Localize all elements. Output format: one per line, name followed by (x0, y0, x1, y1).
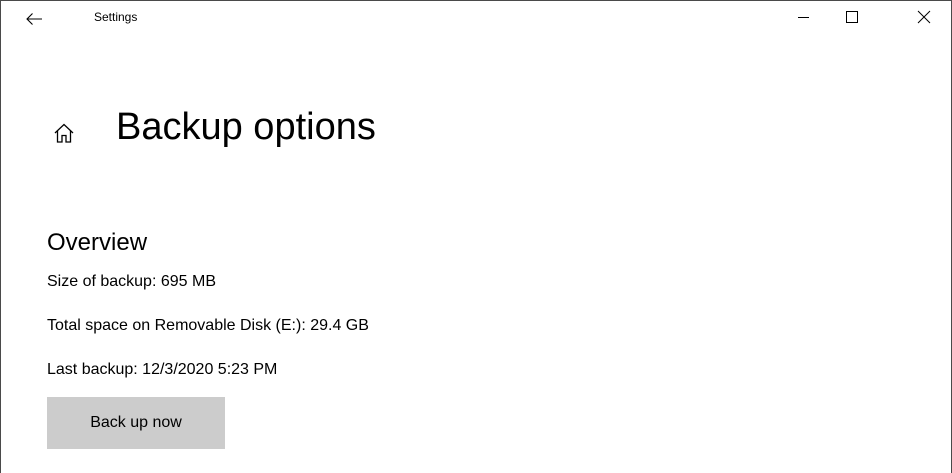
back-up-now-button[interactable]: Back up now (47, 397, 225, 449)
maximize-button[interactable] (829, 1, 875, 33)
settings-window: Settings Backup options Overview Size of… (0, 0, 952, 473)
maximize-icon (846, 11, 858, 23)
title-bar: Settings (1, 1, 951, 33)
size-of-backup-text: Size of backup: 695 MB (47, 273, 216, 290)
minimize-button[interactable] (781, 1, 827, 33)
total-space-text: Total space on Removable Disk (E:): 29.4… (47, 317, 369, 334)
home-button[interactable] (53, 122, 75, 144)
minimize-icon (798, 17, 809, 18)
arrow-left-icon (26, 13, 42, 25)
close-button[interactable] (901, 1, 947, 33)
app-title: Settings (94, 10, 138, 24)
overview-heading: Overview (47, 229, 148, 256)
back-button[interactable] (25, 5, 71, 33)
home-icon (54, 123, 74, 143)
close-icon (917, 10, 931, 24)
last-backup-text: Last backup: 12/3/2020 5:23 PM (47, 361, 278, 378)
page-title: Backup options (116, 106, 376, 148)
